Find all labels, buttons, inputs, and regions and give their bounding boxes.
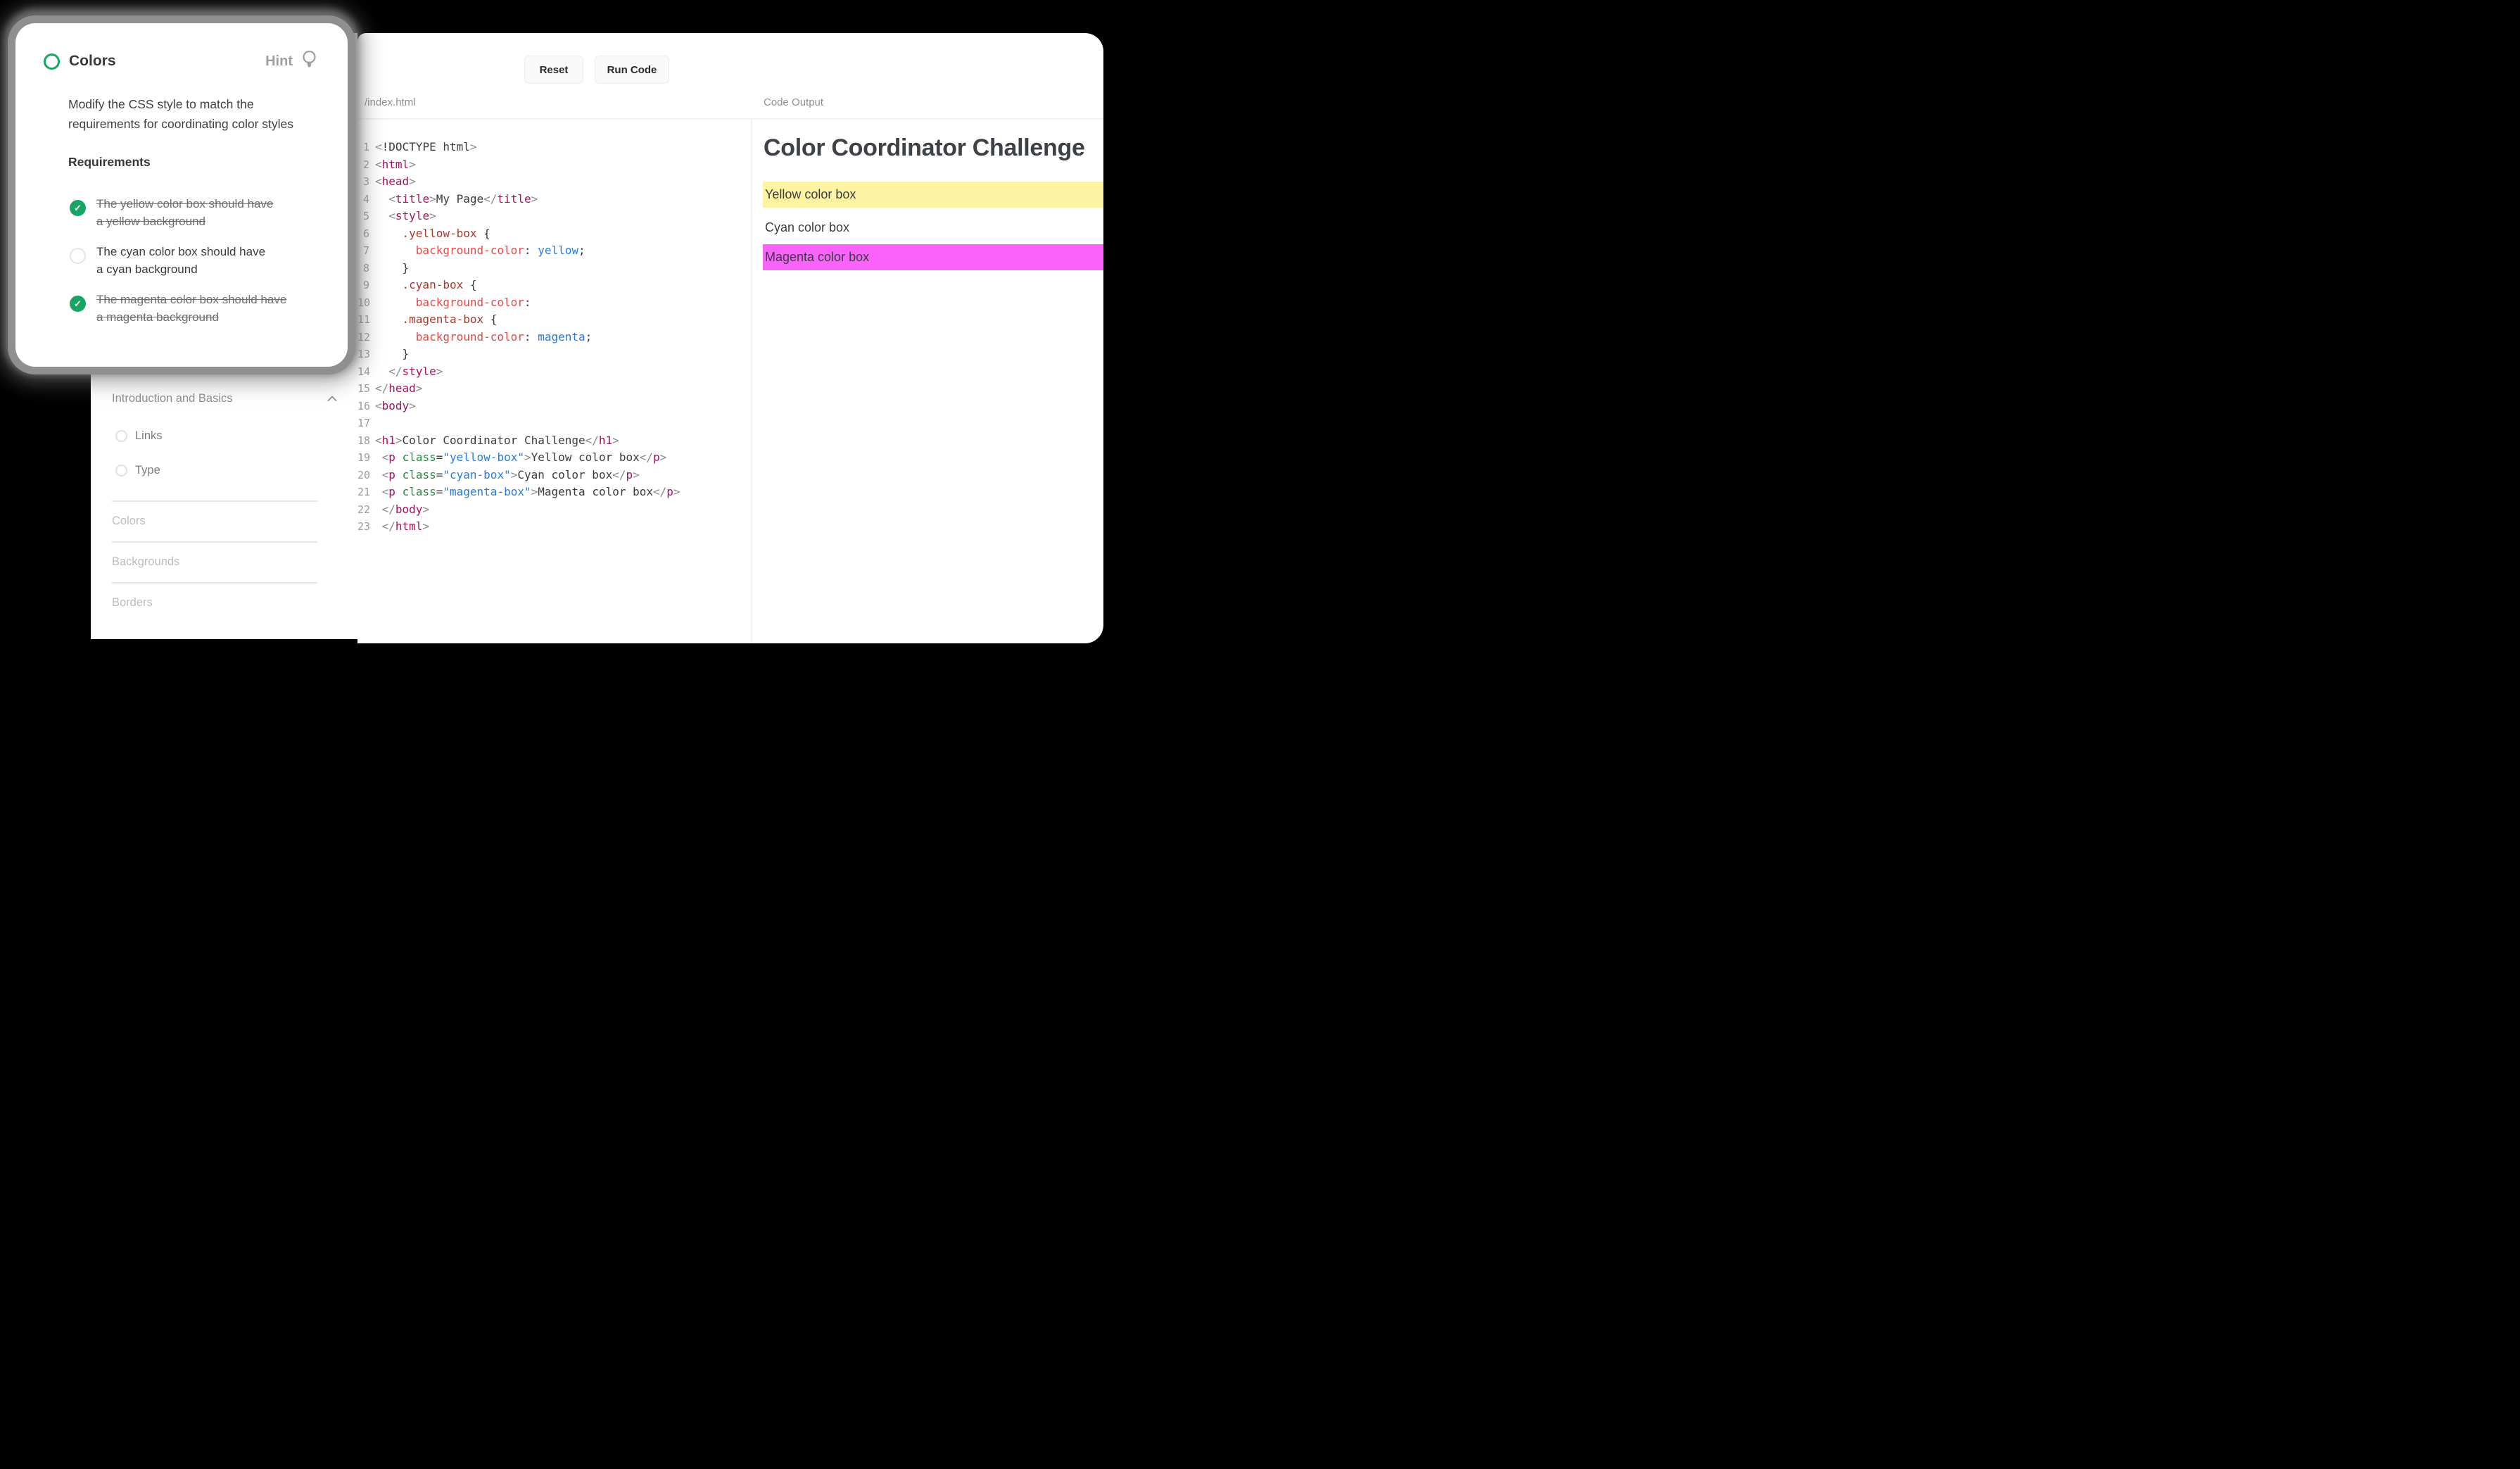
line-number: 18: [357, 432, 369, 450]
line-number: 16: [357, 398, 369, 415]
line-number: 15: [357, 380, 369, 398]
app-window: Reset Run Code /index.html Code Output 1…: [357, 33, 1103, 643]
line-number: 14: [357, 363, 369, 381]
divider: [112, 582, 317, 584]
output-heading: Color Coordinator Challenge: [764, 133, 1103, 163]
radio-circle-icon: [115, 465, 127, 477]
requirement-item: ✓ The cyan color box should havea cyan ba…: [15, 244, 348, 278]
output-color-box: Cyan color box: [765, 221, 1103, 234]
requirement-text: The yellow color box should havea yellow…: [96, 196, 273, 230]
divider: [112, 541, 317, 543]
sidebar-item-type[interactable]: Type: [115, 464, 160, 477]
code-line: 21 <p class="magenta-box">Magenta color …: [357, 484, 751, 501]
sidebar-section-label: Introduction and Basics: [112, 392, 327, 405]
code-output-label: Code Output: [764, 96, 823, 108]
code-line: 7 background-color: yellow;: [357, 242, 751, 260]
code-line: 18<h1>Color Coordinator Challenge</h1>: [357, 432, 751, 450]
sidebar-item-links[interactable]: Links: [115, 429, 163, 443]
requirement-text: The magenta color box should havea magen…: [96, 291, 286, 326]
task-card-header: Colors Hint: [15, 51, 348, 71]
line-number: 17: [357, 415, 369, 432]
output-color-box: Magenta color box: [763, 244, 1103, 270]
sidebar-item-label: Links: [135, 429, 163, 443]
line-number: 9: [357, 277, 369, 294]
chevron-up-icon: [327, 393, 337, 405]
requirements-heading: Requirements: [68, 155, 348, 170]
code-line: 2<html>: [357, 156, 751, 174]
task-description: Modify the CSS style to match therequire…: [68, 94, 322, 134]
code-line: 13 }: [357, 346, 751, 363]
sidebar-section-borders[interactable]: Borders: [112, 596, 153, 610]
reset-button[interactable]: Reset: [524, 56, 583, 84]
line-number: 10: [357, 294, 369, 312]
code-line: 23 </html>: [357, 518, 751, 536]
line-number: 21: [357, 484, 369, 501]
code-line: 1<!DOCTYPE html>: [357, 139, 751, 156]
code-line: 3<head>: [357, 173, 751, 191]
code-line: 16<body>: [357, 398, 751, 415]
code-editor[interactable]: 1<!DOCTYPE html>2<html>3<head>4 <title>M…: [357, 120, 751, 643]
line-number: 3: [357, 173, 369, 191]
hint-label: Hint: [265, 53, 293, 70]
line-number: 2: [357, 156, 369, 174]
line-number: 4: [357, 191, 369, 208]
code-line: 15</head>: [357, 380, 751, 398]
sidebar-section-backgrounds[interactable]: Backgrounds: [112, 555, 179, 569]
line-number: 22: [357, 501, 369, 519]
line-number: 13: [357, 346, 369, 363]
sidebar-section-colors[interactable]: Colors: [112, 515, 146, 528]
requirement-item: ✓ The magenta color box should havea mage…: [15, 291, 348, 326]
line-number: 5: [357, 208, 369, 225]
code-line: 11 .magenta-box {: [357, 311, 751, 329]
line-number: 19: [357, 449, 369, 467]
line-number: 12: [357, 329, 369, 346]
checkmark-circle-icon: ✓: [70, 296, 86, 312]
output-boxes: Yellow color box Cyan color box Magenta co…: [752, 182, 1103, 270]
line-number: 23: [357, 518, 369, 536]
requirements-list: ✓ The yellow color box should havea yello…: [15, 196, 348, 326]
run-code-button[interactable]: Run Code: [595, 56, 669, 84]
code-line: 14 </style>: [357, 363, 751, 381]
code-output-panel: Color Coordinator Challenge Yellow color…: [752, 120, 1103, 643]
line-number: 1: [357, 139, 369, 156]
window-body: 1<!DOCTYPE html>2<html>3<head>4 <title>M…: [357, 120, 1103, 643]
output-color-box: Yellow color box: [763, 182, 1103, 208]
screen: Reset Run Code /index.html Code Output 1…: [0, 0, 1103, 643]
divider: [112, 500, 317, 502]
task-status-circle-icon: [44, 53, 60, 70]
lightbulb-icon: [300, 50, 318, 72]
hint-button[interactable]: Hint: [265, 50, 318, 72]
code-line: 9 .cyan-box {: [357, 277, 751, 294]
task-title: Colors: [69, 53, 265, 70]
code-line: 22 </body>: [357, 501, 751, 519]
sidebar-section-intro-basics[interactable]: Introduction and Basics: [112, 392, 337, 405]
code-line: 20 <p class="cyan-box">Cyan color box</p…: [357, 467, 751, 484]
code-line: 5 <style>: [357, 208, 751, 225]
code-line: 17: [357, 415, 751, 432]
code-line: 12 background-color: magenta;: [357, 329, 751, 346]
line-number: 6: [357, 225, 369, 243]
line-number: 7: [357, 242, 369, 260]
requirement-text: The cyan color box should havea cyan bac…: [96, 244, 265, 278]
line-number: 8: [357, 260, 369, 277]
code-line: 4 <title>My Page</title>: [357, 191, 751, 208]
code-line: 10 background-color:: [357, 294, 751, 312]
code-line: 8 }: [357, 260, 751, 277]
file-tab-index-html[interactable]: /index.html: [365, 96, 416, 108]
line-number: 11: [357, 311, 369, 329]
line-number: 20: [357, 467, 369, 484]
requirement-item: ✓ The yellow color box should havea yello…: [15, 196, 348, 230]
checkmark-circle-icon: ✓: [70, 200, 86, 216]
radio-circle-icon: [115, 430, 127, 442]
sidebar-item-label: Type: [135, 464, 160, 477]
task-card: Colors Hint Modify the CSS style to matc…: [15, 23, 348, 367]
code-line: 19 <p class="yellow-box">Yellow color bo…: [357, 449, 751, 467]
empty-circle-icon: ✓: [70, 248, 86, 264]
code-line: 6 .yellow-box {: [357, 225, 751, 243]
